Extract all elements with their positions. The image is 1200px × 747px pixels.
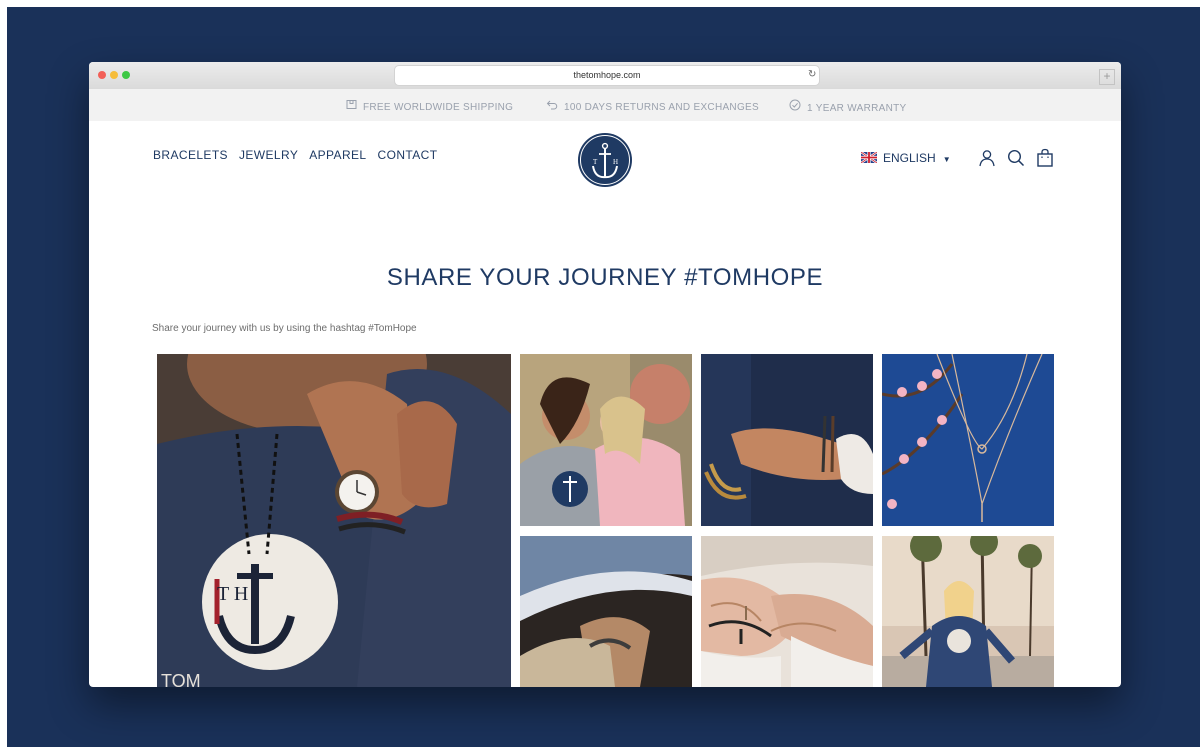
warranty-notice: 1 YEAR WARRANTY <box>789 99 907 114</box>
page-subtitle: Share your journey with us by using the … <box>152 323 417 334</box>
return-arrow-icon <box>546 99 558 113</box>
browser-window: thetomhope.com ↻ + FREE WORLDWIDE SHIPPI… <box>89 62 1121 687</box>
shipping-notice: FREE WORLDWIDE SHIPPING <box>346 99 513 113</box>
gallery-image-necklaces[interactable] <box>882 354 1054 526</box>
tomhope-logo[interactable]: T H <box>577 132 633 188</box>
maximize-window-button[interactable] <box>122 71 130 79</box>
gallery-image-friends[interactable] <box>520 354 692 526</box>
check-circle-icon <box>789 99 801 114</box>
page-title: SHARE YOUR JOURNEY #TOMHOPE <box>386 264 824 291</box>
nav-item-bracelets[interactable]: BRACELETS <box>153 148 228 162</box>
warranty-text: 1 YEAR WARRANTY <box>807 103 907 114</box>
language-label: ENGLISH <box>883 151 936 165</box>
close-window-button[interactable] <box>98 71 106 79</box>
search-icon[interactable] <box>1006 148 1026 168</box>
minimize-window-button[interactable] <box>110 71 118 79</box>
reload-icon[interactable]: ↻ <box>808 69 816 80</box>
gallery-image-palm-street[interactable] <box>882 536 1054 687</box>
main-navigation: BRACELETS JEWELRY APPAREL CONTACT <box>153 148 448 162</box>
nav-item-jewelry[interactable]: JEWELRY <box>239 148 298 162</box>
gallery-image-hoodie-watch[interactable]: T H TOM <box>157 354 511 687</box>
logo-letter-t: T <box>593 158 598 166</box>
returns-text: 100 DAYS RETURNS AND EXCHANGES <box>564 102 759 113</box>
caret-down-icon: ▼ <box>942 155 951 164</box>
address-bar[interactable]: thetomhope.com ↻ <box>395 66 819 85</box>
gallery-image-bracelets-arm[interactable] <box>701 354 873 526</box>
gallery-image-car-window[interactable] <box>520 536 692 687</box>
browser-toolbar: thetomhope.com ↻ + <box>89 62 1121 90</box>
returns-notice: 100 DAYS RETURNS AND EXCHANGES <box>546 99 759 113</box>
gallery-image-wrist-bracelets[interactable] <box>701 536 873 687</box>
announcement-bar: FREE WORLDWIDE SHIPPING 100 DAYS RETURNS… <box>89 89 1121 121</box>
hoodie-letters: T H <box>217 583 248 605</box>
new-tab-button[interactable]: + <box>1099 69 1115 85</box>
nav-item-contact[interactable]: CONTACT <box>378 148 438 162</box>
uk-flag-icon <box>861 152 877 163</box>
hoodie-text: TOM <box>161 671 201 687</box>
nav-item-apparel[interactable]: APPAREL <box>309 148 366 162</box>
shopping-bag-icon[interactable] <box>1035 148 1055 168</box>
package-icon <box>346 99 357 113</box>
account-icon[interactable] <box>977 148 997 168</box>
logo-letter-h: H <box>613 158 618 166</box>
language-selector[interactable]: ENGLISH ▼ <box>861 151 951 165</box>
url-text: thetomhope.com <box>573 70 641 80</box>
shipping-text: FREE WORLDWIDE SHIPPING <box>363 102 514 113</box>
